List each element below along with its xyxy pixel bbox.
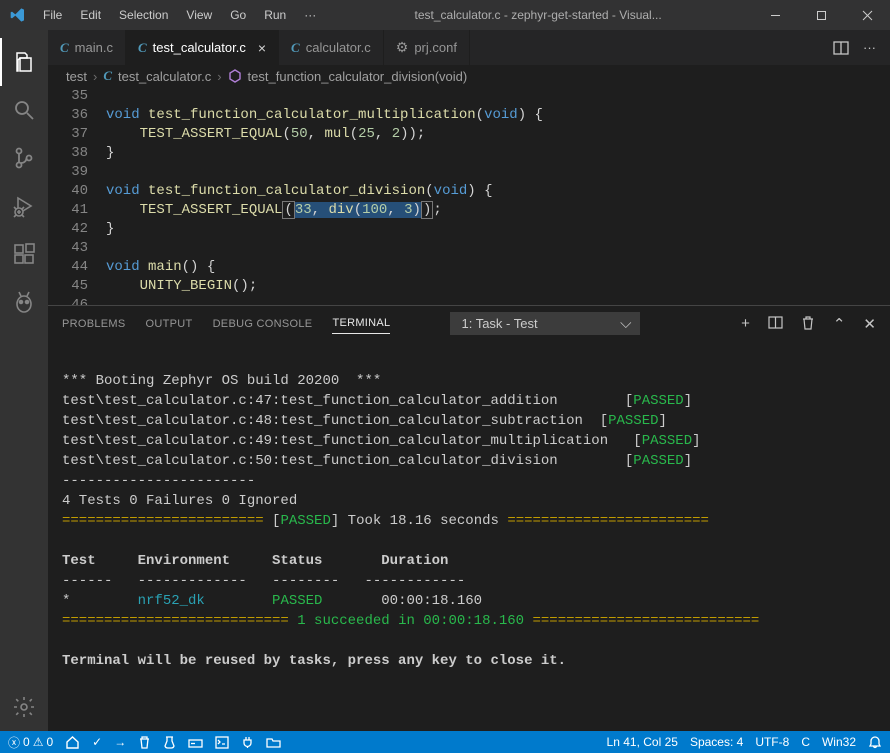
- panel-tabs: PROBLEMS OUTPUT DEBUG CONSOLE TERMINAL 1: T…: [48, 306, 890, 341]
- titlebar: FileEditSelectionViewGoRun··· test_calcu…: [0, 0, 890, 30]
- status-home-icon[interactable]: [65, 735, 80, 750]
- platformio-icon[interactable]: [0, 278, 48, 326]
- window-title: test_calculator.c - zephyr-get-started -…: [324, 8, 752, 22]
- editor-tabs: Cmain.cCtest_calculator.c×Ccalculator.c⚙…: [48, 30, 890, 65]
- minimize-button[interactable]: [752, 0, 798, 30]
- status-encoding[interactable]: UTF-8: [755, 735, 789, 749]
- panel-tab-debug console[interactable]: DEBUG CONSOLE: [213, 314, 313, 334]
- menu-edit[interactable]: Edit: [72, 4, 109, 26]
- extensions-icon[interactable]: [0, 230, 48, 278]
- symbol-method-icon: [228, 69, 242, 83]
- breadcrumb-symbol[interactable]: test_function_calculator_division(void): [248, 69, 468, 84]
- menu-···[interactable]: ···: [296, 4, 324, 26]
- chevron-right-icon: ›: [93, 69, 97, 84]
- status-build-icon[interactable]: ✓: [92, 735, 102, 749]
- tab-label: main.c: [75, 40, 113, 55]
- maximize-button[interactable]: [798, 0, 844, 30]
- status-clean-icon[interactable]: [138, 735, 151, 749]
- tab-test_calculator.c[interactable]: Ctest_calculator.c ×: [126, 30, 279, 65]
- explorer-icon[interactable]: [0, 38, 48, 86]
- chevron-right-icon: ›: [217, 69, 221, 84]
- code-editor[interactable]: 3536void test_function_calculator_multip…: [48, 87, 890, 305]
- panel-tab-output[interactable]: OUTPUT: [146, 314, 193, 334]
- menu-view[interactable]: View: [178, 4, 220, 26]
- breadcrumb-folder[interactable]: test: [66, 69, 87, 84]
- source-control-icon[interactable]: [0, 134, 48, 182]
- new-terminal-icon[interactable]: +: [741, 315, 750, 333]
- settings-gear-icon[interactable]: [0, 683, 48, 731]
- status-upload-icon[interactable]: →: [114, 735, 126, 749]
- status-bell-icon[interactable]: [868, 735, 882, 749]
- status-cursor[interactable]: Ln 41, Col 25: [607, 735, 678, 749]
- maximize-panel-icon[interactable]: ⌃: [833, 315, 846, 333]
- c-file-icon: C: [60, 40, 69, 56]
- tab-calculator.c[interactable]: Ccalculator.c: [279, 30, 384, 65]
- c-file-icon: C: [291, 40, 300, 56]
- tab-prj.conf[interactable]: ⚙ prj.conf: [384, 30, 470, 65]
- status-spaces[interactable]: Spaces: 4: [690, 735, 743, 749]
- tab-label: test_calculator.c: [153, 40, 246, 55]
- status-terminal-icon[interactable]: [215, 736, 229, 749]
- breadcrumb-file[interactable]: test_calculator.c: [118, 69, 211, 84]
- panel-tab-terminal[interactable]: TERMINAL: [332, 313, 390, 334]
- tab-main.c[interactable]: Cmain.c: [48, 30, 126, 65]
- split-terminal-icon[interactable]: [768, 315, 783, 333]
- split-editor-icon[interactable]: [833, 40, 849, 56]
- menu-go[interactable]: Go: [222, 4, 254, 26]
- tab-label: calculator.c: [306, 40, 371, 55]
- close-button[interactable]: [844, 0, 890, 30]
- tab-label: prj.conf: [414, 40, 457, 55]
- more-actions-icon[interactable]: ···: [863, 40, 876, 55]
- status-bar: ⓧ0 ⚠0 ✓ → Ln 41, Col 25 Spaces: 4 UTF-8 …: [0, 731, 890, 753]
- status-folder-icon[interactable]: [266, 736, 281, 749]
- status-language[interactable]: C: [801, 735, 810, 749]
- run-debug-icon[interactable]: [0, 182, 48, 230]
- close-panel-icon[interactable]: ✕: [863, 315, 876, 333]
- c-file-icon: C: [138, 40, 147, 56]
- status-plug-icon[interactable]: [241, 735, 254, 749]
- panel-tab-problems[interactable]: PROBLEMS: [62, 314, 126, 334]
- terminal-output[interactable]: *** Booting Zephyr OS build 20200 *** te…: [48, 341, 890, 731]
- gear-icon: ⚙: [396, 39, 409, 56]
- tab-actions: ···: [833, 30, 890, 65]
- status-test-icon[interactable]: [163, 735, 176, 749]
- status-os[interactable]: Win32: [822, 735, 856, 749]
- status-serial-icon[interactable]: [188, 736, 203, 749]
- menu-run[interactable]: Run: [256, 4, 294, 26]
- panel: PROBLEMS OUTPUT DEBUG CONSOLE TERMINAL 1: T…: [48, 305, 890, 731]
- search-icon[interactable]: [0, 86, 48, 134]
- activity-bar: [0, 30, 48, 731]
- status-errors[interactable]: ⓧ0 ⚠0: [8, 734, 53, 751]
- vscode-logo-icon: [0, 7, 35, 23]
- menu-file[interactable]: File: [35, 4, 70, 26]
- kill-terminal-icon[interactable]: [801, 315, 815, 333]
- close-icon[interactable]: ×: [258, 40, 266, 56]
- menu-selection[interactable]: Selection: [111, 4, 176, 26]
- c-file-icon: C: [103, 68, 112, 84]
- menubar: FileEditSelectionViewGoRun···: [35, 4, 324, 26]
- terminal-selector[interactable]: 1: Task - Test: [450, 312, 640, 335]
- breadcrumb[interactable]: test › C test_calculator.c › test_functi…: [48, 65, 890, 87]
